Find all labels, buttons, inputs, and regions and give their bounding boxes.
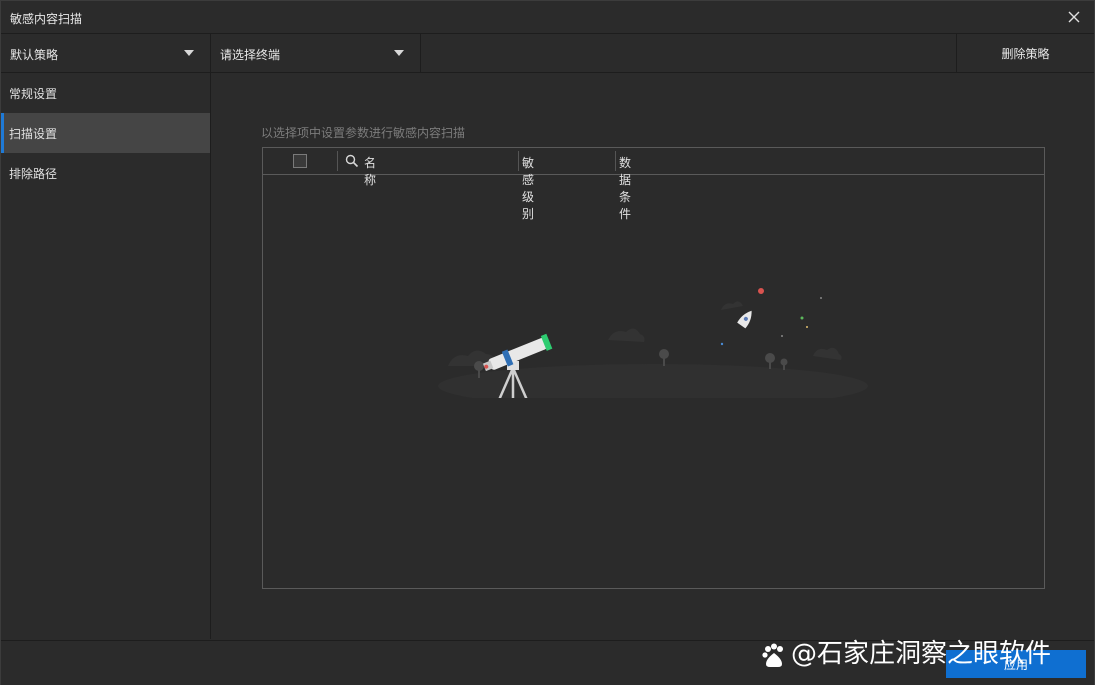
sidebar: 常规设置 扫描设置 排除路径 <box>1 73 211 639</box>
caret-down-icon <box>394 50 404 56</box>
policy-dropdown-value: 默认策略 <box>10 48 59 62</box>
column-separator <box>615 151 616 171</box>
watermark: @石家庄洞察之眼软件 <box>761 633 1051 670</box>
telescope-illustration <box>438 288 868 398</box>
baidu-paw-icon <box>762 643 783 667</box>
table-header: 名称 敏感级别 数据条件 <box>263 148 1044 221</box>
title-bar: 敏感内容扫描 <box>1 1 1094 34</box>
sidebar-item-label: 扫描设置 <box>9 127 58 141</box>
toolbar: 默认策略 请选择终端 删除策略 <box>1 34 1094 73</box>
scan-hint: 以选择项中设置参数进行敏感内容扫描 <box>261 126 466 140</box>
column-separator <box>518 151 519 171</box>
app-window: 敏感内容扫描 默认策略 请选择终端 删除策略 常规设置 扫描设置 排除路径 以选… <box>0 0 1095 685</box>
terminal-dropdown-value: 请选择终端 <box>220 48 281 62</box>
caret-down-icon <box>184 50 194 56</box>
sidebar-item-label: 常规设置 <box>9 87 58 101</box>
sidebar-item-scan[interactable]: 扫描设置 <box>1 113 210 153</box>
sidebar-item-label: 排除路径 <box>9 167 58 181</box>
delete-policy-button[interactable]: 删除策略 <box>956 34 1094 72</box>
close-button[interactable] <box>1062 5 1086 29</box>
watermark-text: @石家庄洞察之眼软件 <box>791 639 1052 669</box>
terminal-dropdown[interactable]: 请选择终端 <box>211 34 421 72</box>
close-icon <box>1068 11 1080 23</box>
search-icon[interactable] <box>345 154 359 168</box>
select-all-checkbox[interactable] <box>293 154 307 168</box>
sidebar-item-exclude-paths[interactable]: 排除路径 <box>1 153 210 193</box>
policy-dropdown[interactable]: 默认策略 <box>1 34 211 72</box>
main-panel: 以选择项中设置参数进行敏感内容扫描 名称 敏感级别 数据条件 <box>211 73 1094 639</box>
rules-table: 名称 敏感级别 数据条件 <box>262 147 1045 589</box>
column-separator <box>337 151 338 171</box>
sidebar-item-general[interactable]: 常规设置 <box>1 73 210 113</box>
window-title: 敏感内容扫描 <box>10 12 83 26</box>
